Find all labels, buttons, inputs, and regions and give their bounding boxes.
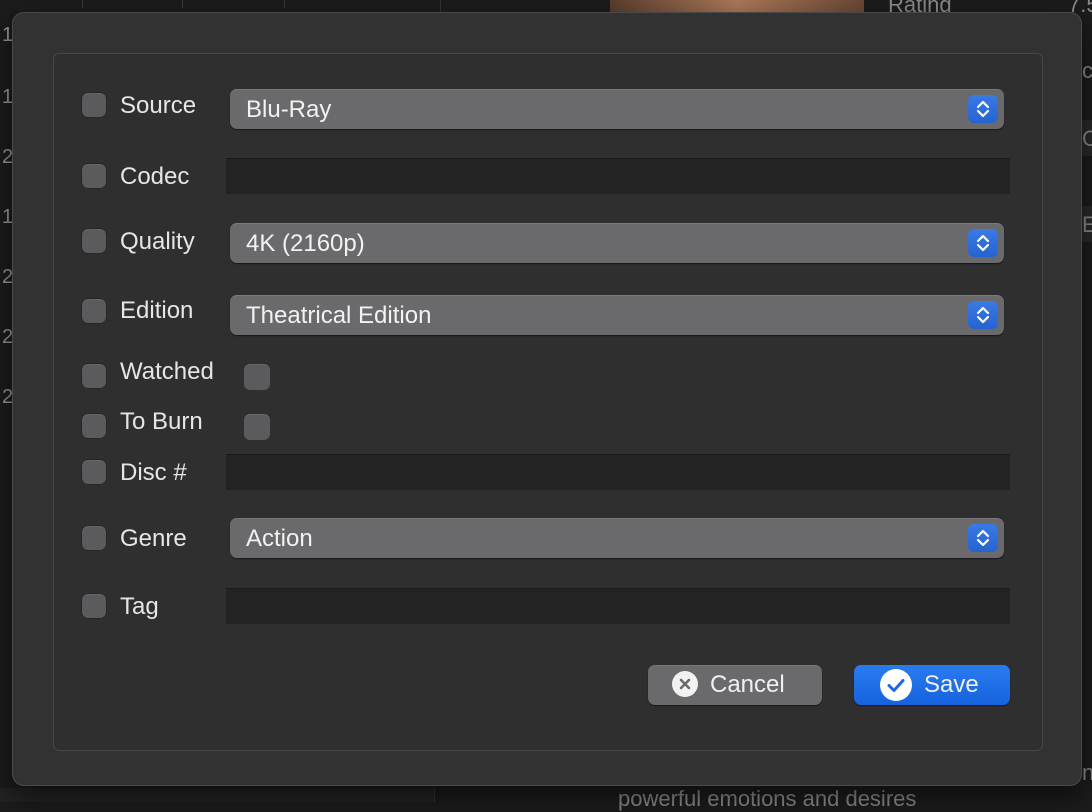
tag-label: Tag [120,593,159,620]
background-table-footer [0,788,435,802]
updown-chevron-icon [968,301,998,329]
updown-chevron-icon [968,524,998,552]
codec-input[interactable] [226,158,1010,194]
form-row-disc-number: Disc # [54,454,1042,494]
edition-label: Edition [120,297,194,324]
cancel-button[interactable]: Cancel [648,665,822,705]
form-row-quality: Quality 4K (2160p) [54,223,1042,263]
background-right-text: c [1082,58,1092,83]
form-row-genre: Genre Action [54,518,1042,558]
background-right-text: n [1082,760,1092,785]
edition-select-value: Theatrical Edition [246,302,432,329]
updown-chevron-icon [968,229,998,257]
background-poster-image [610,0,864,12]
disc-number-enable-checkbox[interactable] [82,460,106,484]
form-row-edition: Edition Theatrical Edition [54,295,1042,335]
edit-sheet: Source Blu-Ray Codec Quality 4K (2160p) [12,12,1082,786]
to-burn-value-checkbox[interactable] [244,414,270,440]
codec-enable-checkbox[interactable] [82,164,106,188]
edit-form-panel: Source Blu-Ray Codec Quality 4K (2160p) [53,53,1043,751]
quality-label: Quality [120,228,195,255]
form-row-codec: Codec [54,158,1042,198]
save-button-label: Save [924,671,979,698]
source-select[interactable]: Blu-Ray [230,89,1004,129]
edition-select[interactable]: Theatrical Edition [230,295,1004,335]
genre-enable-checkbox[interactable] [82,526,106,550]
quality-enable-checkbox[interactable] [82,229,106,253]
cancel-button-label: Cancel [710,671,785,698]
close-circle-icon [672,671,698,697]
form-row-watched: Watched [54,356,1042,396]
source-enable-checkbox[interactable] [82,93,106,117]
edition-enable-checkbox[interactable] [82,299,106,323]
tag-enable-checkbox[interactable] [82,594,106,618]
genre-select[interactable]: Action [230,518,1004,558]
quality-select-value: 4K (2160p) [246,230,365,257]
updown-chevron-icon [968,95,998,123]
background-right-text: C [1082,126,1092,151]
genre-select-value: Action [246,525,313,552]
watched-label: Watched [120,358,214,385]
background-table-header [0,0,441,12]
watched-enable-checkbox[interactable] [82,364,106,388]
source-select-value: Blu-Ray [246,96,332,123]
to-burn-label: To Burn [120,408,203,435]
save-button[interactable]: Save [854,665,1010,705]
tag-input[interactable] [226,588,1010,624]
genre-label: Genre [120,525,187,552]
disc-number-input[interactable] [226,454,1010,490]
background-right-text: E [1082,212,1092,237]
form-row-tag: Tag [54,588,1042,628]
checkmark-circle-icon [880,669,912,701]
to-burn-enable-checkbox[interactable] [82,414,106,438]
codec-label: Codec [120,163,190,190]
quality-select[interactable]: 4K (2160p) [230,223,1004,263]
disc-number-label: Disc # [120,459,187,486]
form-row-to-burn: To Burn [54,406,1042,446]
form-row-source: Source Blu-Ray [54,89,1042,129]
background-description-text: powerful emotions and desires [618,786,917,811]
source-label: Source [120,92,197,119]
watched-value-checkbox[interactable] [244,364,270,390]
